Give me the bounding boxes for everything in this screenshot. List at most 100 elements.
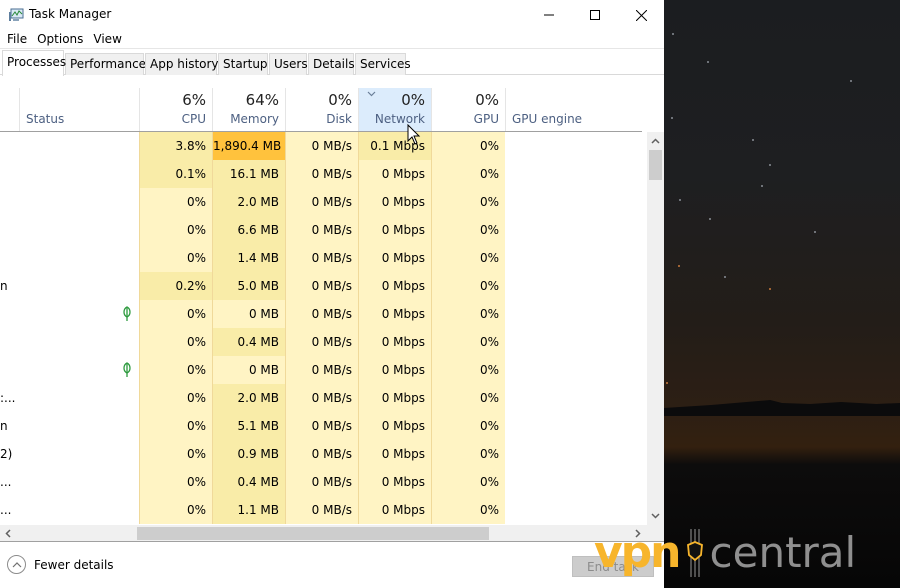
memory-cell: 16.1 MB — [212, 160, 285, 188]
gpu-engine-header-label: GPU engine — [512, 112, 583, 126]
table-row[interactable]: 0% 2.0 MB 0 MB/s 0 Mbps 0% — [0, 188, 642, 216]
tab-processes[interactable]: Processes — [2, 50, 66, 76]
memory-total: 64% — [245, 91, 279, 109]
maximize-button[interactable] — [572, 0, 618, 30]
network-cell: 0 Mbps — [358, 244, 431, 272]
gpu-cell: 0% — [431, 328, 505, 356]
column-header-memory[interactable]: 64% Memory — [212, 88, 285, 131]
column-header-row: Status 6% CPU 64% Memory 0% Disk 0% Netw… — [0, 88, 642, 132]
cpu-cell: 3.8% — [139, 132, 212, 160]
menu-view[interactable]: View — [88, 30, 126, 49]
memory-cell: 2.0 MB — [212, 384, 285, 412]
process-name: n — [0, 279, 8, 293]
disk-cell: 0 MB/s — [285, 188, 358, 216]
table-row[interactable]: n 0% 5.1 MB 0 MB/s 0 Mbps 0% — [0, 412, 642, 440]
cpu-cell: 0% — [139, 328, 212, 356]
tab-users[interactable]: Users — [269, 53, 308, 75]
network-cell: 0 Mbps — [358, 468, 431, 496]
task-manager-window: Task Manager File Options View Processes… — [0, 0, 664, 588]
window-title: Task Manager — [29, 7, 112, 21]
table-row[interactable]: 0% 0.4 MB 0 MB/s 0 Mbps 0% — [0, 328, 642, 356]
cpu-cell: 0% — [139, 468, 212, 496]
process-name: n — [0, 419, 8, 433]
column-header-cpu[interactable]: 6% CPU — [139, 88, 212, 131]
disk-cell: 0 MB/s — [285, 356, 358, 384]
network-cell: 0 Mbps — [358, 384, 431, 412]
disk-cell: 0 MB/s — [285, 272, 358, 300]
memory-cell: 0.4 MB — [212, 328, 285, 356]
cpu-cell: 0.1% — [139, 160, 212, 188]
gpu-cell: 0% — [431, 300, 505, 328]
cpu-cell: 0% — [139, 300, 212, 328]
process-name: :... — [0, 391, 16, 405]
gpu-cell: 0% — [431, 356, 505, 384]
table-row[interactable]: 3.8% 1,890.4 MB 0 MB/s 0.1 Mbps 0% — [0, 132, 642, 160]
scroll-left-icon[interactable] — [3, 528, 14, 539]
gpu-cell: 0% — [431, 496, 505, 524]
disk-cell: 0 MB/s — [285, 412, 358, 440]
minimize-button[interactable] — [526, 0, 572, 30]
vertical-scrollbar[interactable] — [647, 132, 664, 525]
table-row[interactable]: 0% 1.4 MB 0 MB/s 0 Mbps 0% — [0, 244, 642, 272]
network-cell: 0 Mbps — [358, 412, 431, 440]
horizontal-scrollbar[interactable] — [0, 525, 664, 542]
fewer-details-button[interactable]: Fewer details — [7, 555, 114, 574]
scroll-up-icon[interactable] — [650, 136, 661, 147]
cpu-cell: 0.2% — [139, 272, 212, 300]
tab-strip: Processes Performance App history Startu… — [0, 50, 664, 76]
table-row[interactable]: 0% 0 MB 0 MB/s 0 Mbps 0% — [0, 300, 642, 328]
cpu-cell: 0% — [139, 412, 212, 440]
table-row[interactable]: ... 0% 0.4 MB 0 MB/s 0 Mbps 0% — [0, 468, 642, 496]
horizontal-scroll-thumb[interactable] — [137, 527, 489, 540]
title-bar: Task Manager — [0, 0, 664, 30]
process-list: 3.8% 1,890.4 MB 0 MB/s 0.1 Mbps 0% 0.1% 16.1 M… — [0, 132, 642, 525]
memory-cell: 5.0 MB — [212, 272, 285, 300]
vpncentral-watermark: vpn central — [594, 528, 856, 578]
column-header-gpu[interactable]: 0% GPU — [431, 88, 505, 131]
table-row[interactable]: 0% 6.6 MB 0 MB/s 0 Mbps 0% — [0, 216, 642, 244]
gpu-cell: 0% — [431, 468, 505, 496]
table-row[interactable]: 0.1% 16.1 MB 0 MB/s 0 Mbps 0% — [0, 160, 642, 188]
menu-options[interactable]: Options — [32, 30, 88, 49]
memory-cell: 1.1 MB — [212, 496, 285, 524]
gpu-cell: 0% — [431, 440, 505, 468]
memory-cell: 0.4 MB — [212, 468, 285, 496]
column-header-gpu-engine[interactable]: GPU engine — [505, 88, 642, 131]
tab-app-history[interactable]: App history — [145, 53, 219, 75]
table-row[interactable]: ... 0% 1.1 MB 0 MB/s 0 Mbps 0% — [0, 496, 642, 524]
gpu-cell: 0% — [431, 216, 505, 244]
table-row[interactable]: n 0.2% 5.0 MB 0 MB/s 0 Mbps 0% — [0, 272, 642, 300]
network-cell: 0 Mbps — [358, 300, 431, 328]
tab-startup[interactable]: Startup — [218, 53, 268, 75]
table-row[interactable]: :... 0% 2.0 MB 0 MB/s 0 Mbps 0% — [0, 384, 642, 412]
vertical-scroll-thumb[interactable] — [649, 150, 662, 180]
column-header-status[interactable]: Status — [19, 88, 139, 131]
tab-performance[interactable]: Performance — [65, 53, 146, 75]
cpu-total: 6% — [182, 91, 206, 109]
gpu-cell: 0% — [431, 132, 505, 160]
watermark-vpn-text: vpn — [594, 527, 682, 578]
tab-services[interactable]: Services — [355, 53, 411, 75]
close-button[interactable] — [618, 0, 664, 30]
disk-cell: 0 MB/s — [285, 300, 358, 328]
network-cell: 0 Mbps — [358, 188, 431, 216]
footer: Fewer details End task — [0, 543, 664, 588]
table-row[interactable]: 2) 0% 0.9 MB 0 MB/s 0 Mbps 0% — [0, 440, 642, 468]
fewer-details-label: Fewer details — [34, 557, 114, 572]
close-icon — [635, 9, 647, 21]
menu-file[interactable]: File — [2, 30, 32, 49]
memory-header-label: Memory — [230, 112, 279, 126]
maximize-icon — [590, 10, 600, 20]
sort-descending-icon — [367, 91, 376, 97]
gpu-cell: 0% — [431, 244, 505, 272]
process-name: ... — [0, 503, 12, 517]
disk-cell: 0 MB/s — [285, 160, 358, 188]
disk-cell: 0 MB/s — [285, 328, 358, 356]
column-header-disk[interactable]: 0% Disk — [285, 88, 358, 131]
status-header-label: Status — [26, 112, 65, 126]
scroll-down-icon[interactable] — [650, 510, 661, 521]
tab-details[interactable]: Details — [308, 53, 355, 75]
network-cell: 0 Mbps — [358, 496, 431, 524]
network-cell: 0 Mbps — [358, 272, 431, 300]
table-row[interactable]: 0% 0 MB 0 MB/s 0 Mbps 0% — [0, 356, 642, 384]
